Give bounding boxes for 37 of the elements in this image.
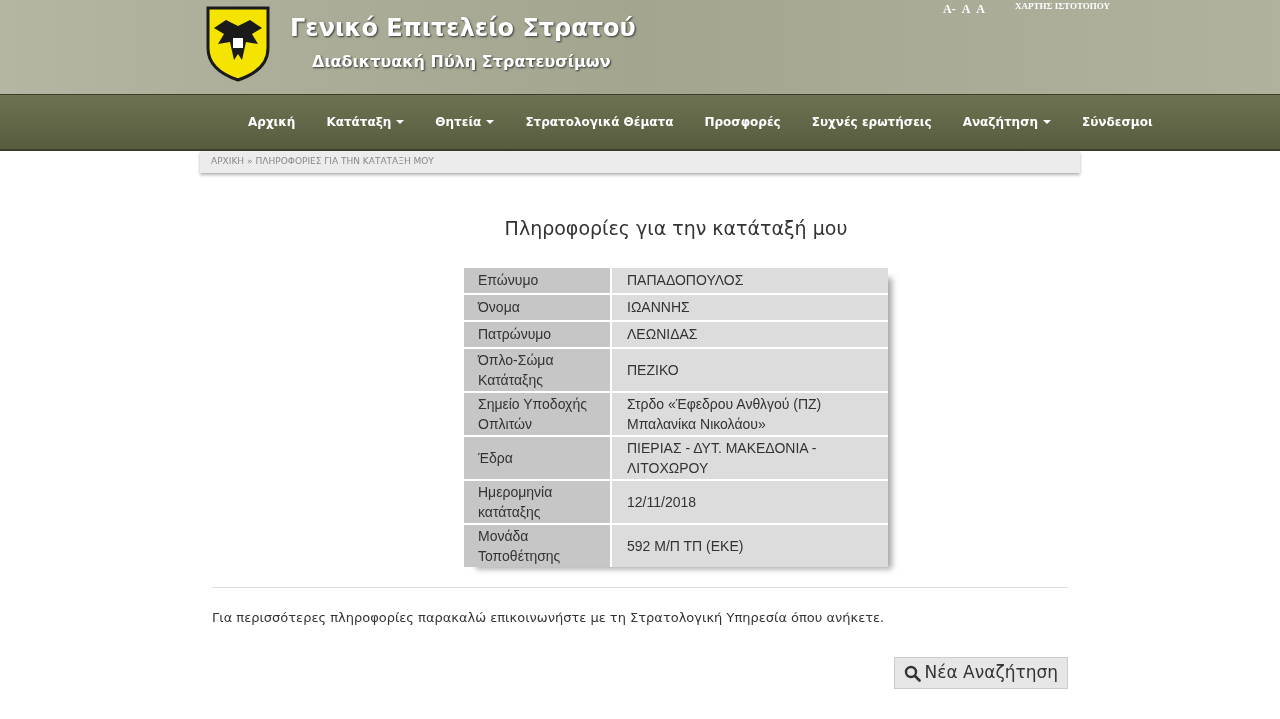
nav-link[interactable]: Θητεία — [435, 113, 495, 131]
value-cell: ΠΕΖΙΚΟ — [612, 348, 888, 391]
caret-icon — [486, 120, 495, 124]
nav-link[interactable]: Προσφορές — [704, 113, 781, 131]
breadcrumb-separator: » — [247, 155, 253, 169]
nav-link[interactable]: Συχνές ερωτήσεις — [811, 113, 932, 131]
label-cell: Σημείο Υποδοχής Οπλιτών — [464, 392, 610, 435]
caret-icon — [1043, 120, 1052, 124]
nav-link[interactable]: Κατάταξη — [326, 113, 405, 131]
value-cell: Στρδο «Έφεδρου Ανθλγού (ΠΖ) Μπαλανίκα Νικολάου» — [612, 392, 888, 435]
label-cell: Έδρα — [464, 436, 610, 479]
label-cell: Ημερομηνία κατάταξης — [464, 480, 610, 523]
nav-link[interactable]: Σύνδεσμοι — [1082, 113, 1153, 131]
value-cell: ΠΙΕΡΙΑΣ - ΔΥΤ. ΜΑΚΕΔΟΝΙΑ - ΛΙΤΟΧΩΡΟΥ — [612, 436, 888, 479]
label-cell: Όνομα — [464, 294, 610, 320]
search-icon — [903, 664, 921, 682]
value-cell: 12/11/2018 — [612, 480, 888, 523]
label-cell: Πατρώνυμο — [464, 321, 610, 347]
nav-link[interactable]: Αναζήτηση — [962, 113, 1052, 131]
page-heading: Πληροφορίες για την κατάταξή μου — [504, 216, 848, 241]
value-cell: 592 Μ/Π ΤΠ (ΕΚΕ) — [612, 524, 888, 567]
shield-icon — [204, 4, 272, 82]
nav-link[interactable]: Στρατολογικά Θέματα — [525, 113, 674, 131]
new-search-button[interactable]: Νέα Αναζήτηση — [893, 657, 1068, 689]
info-text: Για περισσότερες πληροφορίες παρακαλώ επικοινωνήστε με τη Στρατολογική Υπηρεσία όπου ανήκετε. — [212, 608, 886, 627]
breadcrumb-current: ΠΛΗΡΟΦΟΡΙΕΣ ΓΙΑ ΤΗΝ ΚΑΤΑΤΑΞΗ ΜΟΥ — [255, 155, 434, 169]
breadcrumb-link[interactable]: ΑΡΧΙΚΗ — [211, 155, 245, 169]
site-title: Γενικό Επιτελείο Στρατού — [290, 13, 636, 44]
value-cell: ΛΕΩΝΙΔΑΣ — [612, 321, 888, 347]
value-cell: ΙΩΑΝΝΗΣ — [612, 294, 888, 320]
value-cell: ΠΑΠΑΔΟΠΟΥΛΟΣ — [612, 267, 888, 293]
label-cell: Επώνυμο — [464, 267, 610, 293]
nav-link[interactable]: Αρχική — [248, 113, 296, 131]
label-cell: Όπλο-Σώμα Κατάταξης — [464, 348, 610, 391]
caret-icon — [396, 120, 405, 124]
site-subtitle: Διαδικτυακή Πύλη Στρατευσίμων — [312, 51, 612, 73]
label-cell: Μονάδα Τοποθέτησης — [464, 524, 610, 567]
